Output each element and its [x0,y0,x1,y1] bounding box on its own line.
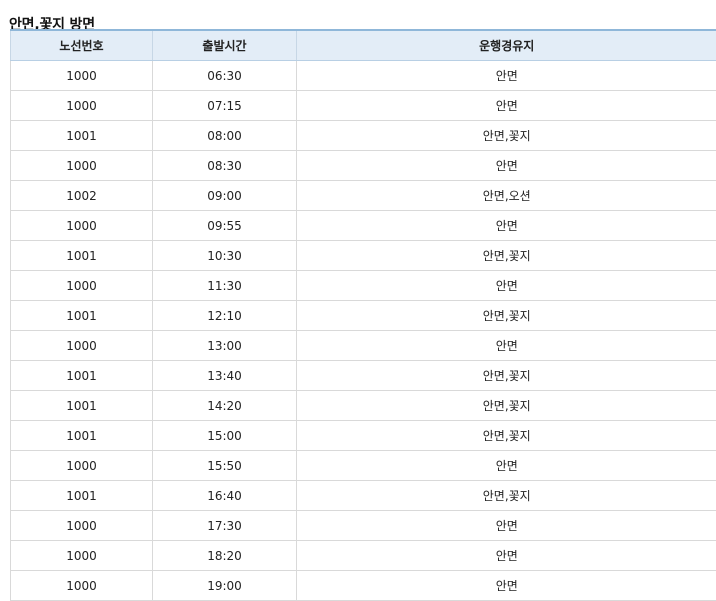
table-row: 1001 10:30 안면,꽃지 [10,240,716,271]
departure-time-cell: 14:20 [152,390,297,421]
route-number-cell: 1000 [10,330,153,361]
departure-time-cell: 15:00 [152,420,297,451]
via-stops-cell: 안면 [296,570,716,601]
route-number-cell: 1002 [10,180,153,211]
via-stops-cell: 안면,꽃지 [296,480,716,511]
route-number-cell: 1000 [10,570,153,601]
via-stops-cell: 안면,꽃지 [296,360,716,391]
departure-time-cell: 09:55 [152,210,297,241]
table-row: 1000 06:30 안면 [10,60,716,91]
table-row: 1000 18:20 안면 [10,540,716,571]
departure-time-cell: 07:15 [152,90,297,121]
route-number-cell: 1000 [10,450,153,481]
via-stops-cell: 안면 [296,510,716,541]
table-row: 1000 11:30 안면 [10,270,716,301]
route-number-cell: 1000 [10,150,153,181]
route-number-cell: 1001 [10,300,153,331]
departure-time-cell: 08:00 [152,120,297,151]
via-stops-cell: 안면 [296,450,716,481]
via-stops-cell: 안면 [296,150,716,181]
header-departure-time: 출발시간 [152,29,297,61]
header-via-stops: 운행경유지 [296,29,716,61]
table-row: 1001 14:20 안면,꽃지 [10,390,716,421]
bus-timetable: 노선번호 출발시간 운행경유지 1000 06:30 안면 1000 07:15 안면 10… [10,29,716,601]
timetable-body: 1000 06:30 안면 1000 07:15 안면 1001 08:00 안면,꽃지 1000… [10,60,716,601]
departure-time-cell: 17:30 [152,510,297,541]
via-stops-cell: 안면,꽃지 [296,240,716,271]
via-stops-cell: 안면,꽃지 [296,390,716,421]
table-row: 1000 15:50 안면 [10,450,716,481]
route-number-cell: 1001 [10,420,153,451]
departure-time-cell: 19:00 [152,570,297,601]
table-row: 1000 19:00 안면 [10,570,716,601]
table-row: 1001 12:10 안면,꽃지 [10,300,716,331]
timetable-header: 노선번호 출발시간 운행경유지 [10,29,716,61]
header-row: 노선번호 출발시간 운행경유지 [10,29,716,61]
table-row: 1000 17:30 안면 [10,510,716,541]
via-stops-cell: 안면,꽃지 [296,420,716,451]
table-row: 1001 08:00 안면,꽃지 [10,120,716,151]
route-number-cell: 1000 [10,270,153,301]
route-number-cell: 1000 [10,90,153,121]
departure-time-cell: 06:30 [152,60,297,91]
via-stops-cell: 안면 [296,90,716,121]
departure-time-cell: 08:30 [152,150,297,181]
departure-time-cell: 10:30 [152,240,297,271]
departure-time-cell: 18:20 [152,540,297,571]
table-row: 1001 16:40 안면,꽃지 [10,480,716,511]
table-row: 1000 13:00 안면 [10,330,716,361]
via-stops-cell: 안면,꽃지 [296,120,716,151]
route-number-cell: 1001 [10,390,153,421]
via-stops-cell: 안면,꽃지 [296,300,716,331]
route-number-cell: 1000 [10,210,153,241]
table-row: 1000 07:15 안면 [10,90,716,121]
departure-time-cell: 11:30 [152,270,297,301]
via-stops-cell: 안면 [296,540,716,571]
table-row: 1000 08:30 안면 [10,150,716,181]
route-number-cell: 1000 [10,60,153,91]
route-number-cell: 1001 [10,120,153,151]
route-number-cell: 1001 [10,360,153,391]
route-number-cell: 1001 [10,480,153,511]
via-stops-cell: 안면 [296,270,716,301]
departure-time-cell: 12:10 [152,300,297,331]
departure-time-cell: 09:00 [152,180,297,211]
departure-time-cell: 15:50 [152,450,297,481]
table-row: 1002 09:00 안면,오션 [10,180,716,211]
route-number-cell: 1000 [10,510,153,541]
via-stops-cell: 안면,오션 [296,180,716,211]
table-row: 1001 13:40 안면,꽃지 [10,360,716,391]
route-number-cell: 1000 [10,540,153,571]
via-stops-cell: 안면 [296,330,716,361]
departure-time-cell: 13:40 [152,360,297,391]
route-number-cell: 1001 [10,240,153,271]
header-route-number: 노선번호 [10,29,153,61]
via-stops-cell: 안면 [296,60,716,91]
table-row: 1001 15:00 안면,꽃지 [10,420,716,451]
via-stops-cell: 안면 [296,210,716,241]
departure-time-cell: 16:40 [152,480,297,511]
departure-time-cell: 13:00 [152,330,297,361]
table-row: 1000 09:55 안면 [10,210,716,241]
